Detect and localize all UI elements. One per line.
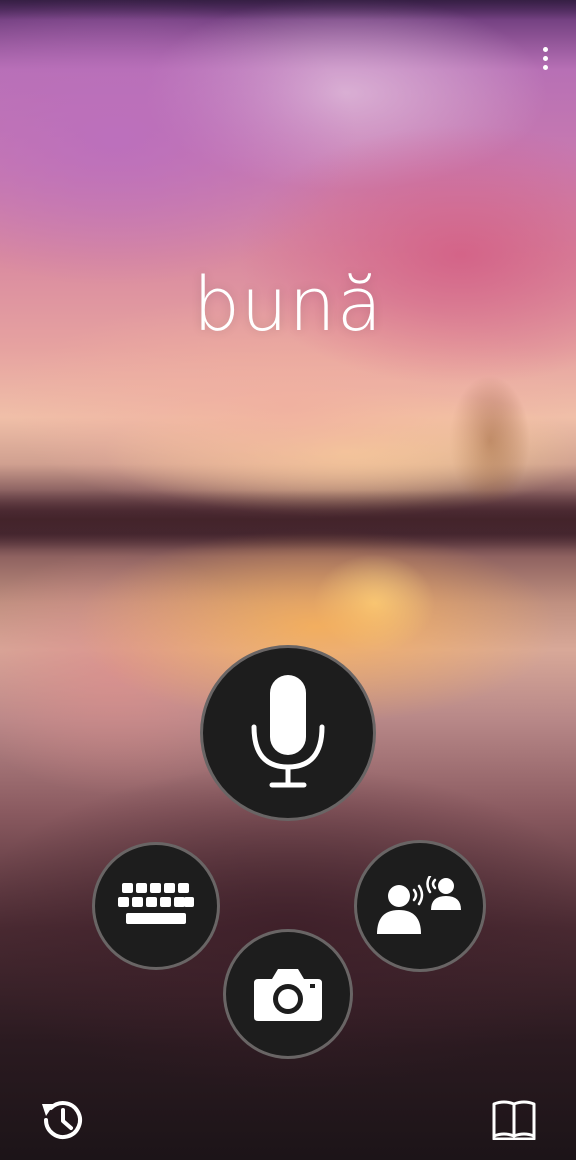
phrasebook-icon xyxy=(492,1100,536,1141)
history-icon xyxy=(42,1101,82,1140)
microphone-icon xyxy=(251,675,325,788)
history-button[interactable] xyxy=(38,1096,86,1144)
microphone-button[interactable] xyxy=(200,645,376,821)
camera-icon xyxy=(254,969,322,1021)
phrasebook-button[interactable] xyxy=(492,1100,536,1141)
background-shoreline xyxy=(0,490,576,550)
status-bar-shade xyxy=(0,0,576,20)
more-options-button[interactable] xyxy=(532,38,558,78)
conversation-button[interactable] xyxy=(354,840,486,972)
more-vertical-icon xyxy=(542,46,548,52)
keyboard-button[interactable] xyxy=(92,842,220,970)
keyboard-icon xyxy=(118,883,194,924)
translated-phrase: bună xyxy=(192,262,384,348)
conversation-icon xyxy=(377,876,461,934)
camera-button[interactable] xyxy=(223,929,353,1059)
translator-screen: bună xyxy=(0,0,576,1160)
